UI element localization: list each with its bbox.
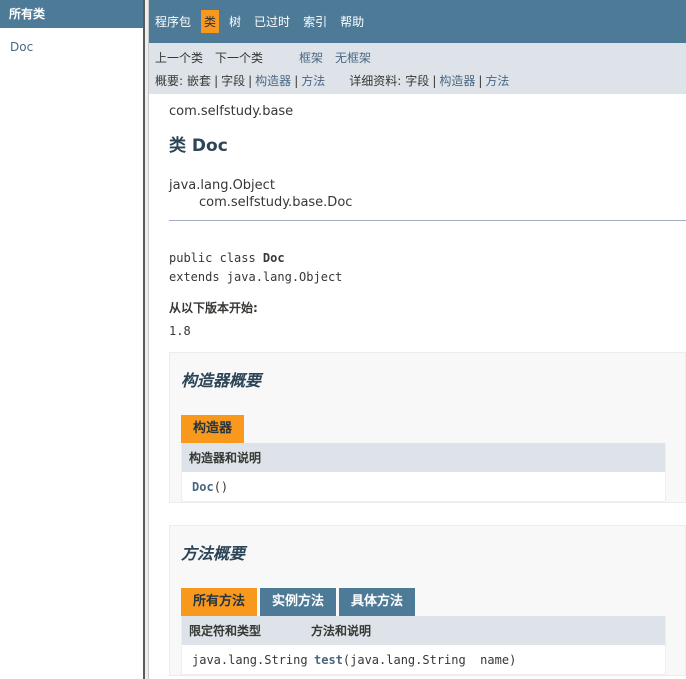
summary-field: 字段 [221,74,246,88]
method-return-type: java.lang.String [192,652,308,667]
prev-class-link: 上一个类 [155,50,204,65]
method-params: (java.lang.String name) [342,652,517,667]
package-name: com.selfstudy.base [169,104,294,119]
nav-class: 类 [201,10,220,33]
modifier-type-header: 限定符和类型 [189,624,262,638]
all-classes-frame: 所有类 Doc [0,0,143,679]
summary-method-link[interactable]: 方法 [301,72,325,89]
since-label: 从以下版本开始: [169,301,258,315]
nav-tree[interactable]: 树 [226,10,244,33]
method-summary-heading: 方法概要 [181,544,246,563]
table-row: Doc() [182,472,665,502]
constructor-cell: Doc() [182,480,228,494]
nav-help[interactable]: 帮助 [337,10,367,33]
tab-all-methods[interactable]: 所有方法 [181,588,258,616]
signature-name: Doc [262,251,285,265]
divider-line [169,220,686,221]
detail-label: 详细资料: [349,74,402,88]
summary-label: 概要: [155,74,184,88]
summary-constructor-link[interactable]: 构造器 [255,72,291,89]
since-value: 1.8 [169,324,191,338]
detail-method-link[interactable]: 方法 [485,72,509,89]
class-detail-frame: 程序包 类 树 已过时 索引 帮助 上一个类 下一个类 框架 无框架 概要: 嵌… [149,0,686,679]
method-summary: 方法概要 所有方法 实例方法 具体方法 限定符和类型 方法和说明 java.la… [169,525,686,676]
inheritance-tree: java.lang.Object com.selfstudy.base.Doc [169,178,686,210]
signature-extends: extends java.lang.Object [169,270,343,284]
no-frames-link[interactable]: 无框架 [335,49,371,66]
constructor-summary-heading: 构造器概要 [181,371,262,390]
constructor-params: () [213,479,229,494]
frames-link[interactable]: 框架 [299,49,323,66]
detail-field: 字段 [405,74,430,88]
table-row: java.lang.String test (java.lang.String … [182,645,665,675]
summary-nested: 嵌套 [187,74,212,88]
signature-prefix: public class [169,251,263,265]
method-table: 限定符和类型 方法和说明 java.lang.String test (java… [181,616,666,675]
inherit-parent: java.lang.Object [169,178,275,193]
class-link-doc[interactable]: Doc [10,40,33,54]
tab-constructors: 构造器 [181,415,245,443]
constructor-column-header: 构造器和说明 [189,451,262,465]
top-navbar: 程序包 类 树 已过时 索引 帮助 [149,0,686,43]
constructor-summary: 构造器概要 构造器 构造器和说明 Doc() [169,352,686,503]
inherit-child: com.selfstudy.base.Doc [199,195,353,210]
class-signature: public class Doc extends java.lang.Objec… [169,249,686,287]
tab-instance-methods[interactable]: 实例方法 [260,588,337,616]
sub-navbar: 上一个类 下一个类 框架 无框架 概要: 嵌套 | 字段 | 构造器 | 方法 … [149,43,686,94]
page-title: 类 Doc [169,136,228,156]
class-content: com.selfstudy.base 类 Doc java.lang.Objec… [149,94,686,676]
method-desc-header: 方法和说明 [311,624,372,638]
method-link-test[interactable]: test [314,653,343,667]
constructor-table: 构造器和说明 Doc() [181,443,666,502]
nav-package[interactable]: 程序包 [152,10,194,33]
tab-concrete-methods[interactable]: 具体方法 [339,588,416,616]
detail-constructor-link[interactable]: 构造器 [439,72,475,89]
nav-deprecated[interactable]: 已过时 [251,10,293,33]
constructor-link-doc[interactable]: Doc [192,480,214,494]
next-class-link: 下一个类 [215,50,264,65]
all-classes-header: 所有类 [0,0,143,28]
nav-index[interactable]: 索引 [300,10,330,33]
